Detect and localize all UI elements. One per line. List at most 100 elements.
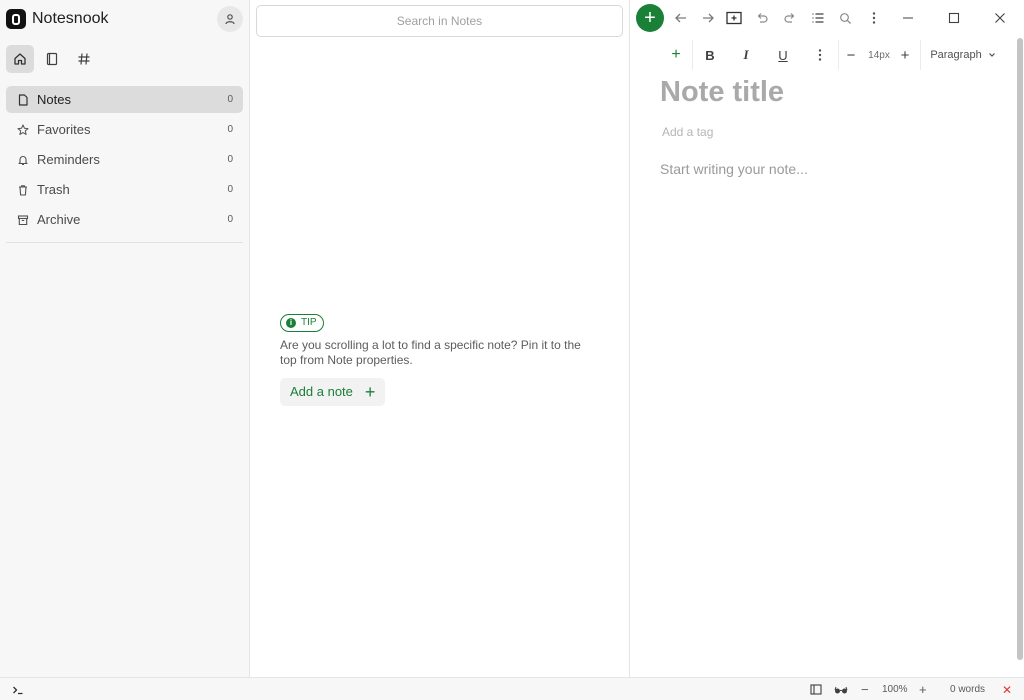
close-status-button[interactable]: ✕ [1002, 678, 1012, 700]
archive-icon [16, 213, 30, 227]
info-icon: i [286, 317, 296, 328]
terminal-icon [13, 686, 23, 694]
trash-icon [16, 183, 30, 197]
tab-notebooks[interactable] [38, 45, 66, 73]
read-mode-button[interactable] [834, 678, 848, 700]
plus-icon: + [364, 381, 376, 402]
note-body-editor[interactable]: Start writing your note... [660, 161, 808, 177]
zoom-level: 100% [882, 684, 908, 695]
notebook-icon [46, 52, 58, 66]
sidebar-item-archive[interactable]: Archive 0 [6, 206, 243, 233]
plus-icon: + [919, 682, 927, 697]
tab-tags[interactable] [70, 45, 98, 73]
block-type-label: Paragraph [930, 49, 982, 61]
editor-pane: + + B I U − 14px + Paragraph Note title … [630, 0, 1024, 677]
bold-icon: B [705, 47, 715, 63]
glasses-icon [834, 686, 848, 693]
tip-badge: i TIP [280, 313, 324, 332]
add-note-label: Add a note [290, 384, 353, 399]
sidebar-item-label: Archive [37, 212, 81, 227]
zoom-in-button[interactable]: + [919, 678, 927, 700]
redo-button[interactable] [780, 8, 800, 28]
status-bar: − 100% + 0 words ✕ [0, 677, 1024, 700]
chevron-down-icon [988, 53, 995, 57]
undo-button[interactable] [752, 8, 772, 28]
sidebar-item-notes[interactable]: Notes 0 [6, 86, 243, 113]
layout-icon [810, 684, 822, 695]
notes-list-pane: Search in Notes i TIP Are you scrolling … [250, 0, 630, 677]
insert-block-button[interactable]: + [666, 44, 686, 66]
new-tab-button[interactable] [724, 8, 744, 28]
underline-button[interactable]: U [773, 44, 793, 66]
toolbar-divider [838, 40, 839, 70]
sidebar-item-label: Favorites [37, 122, 91, 137]
block-type-select[interactable]: Paragraph [928, 44, 998, 66]
font-size-value[interactable]: 14px [864, 44, 894, 66]
maximize-icon [948, 12, 960, 24]
toc-button[interactable] [808, 8, 828, 28]
toolbar-divider [920, 40, 921, 70]
decrease-font-button[interactable]: − [842, 44, 860, 66]
tab-home[interactable] [6, 45, 34, 73]
bell-icon [16, 153, 30, 167]
more-options-button[interactable] [864, 8, 884, 28]
bold-button[interactable]: B [700, 44, 720, 66]
toolbar-divider [692, 40, 693, 70]
sidebar-item-count: 0 [227, 94, 233, 105]
hash-icon [78, 53, 90, 65]
sidebar-item-label: Notes [37, 92, 71, 107]
sidebar-item-count: 0 [227, 184, 233, 195]
star-icon [16, 123, 30, 137]
sidebar-item-reminders[interactable]: Reminders 0 [6, 146, 243, 173]
back-button[interactable] [671, 8, 691, 28]
minimize-icon [903, 17, 913, 19]
sidebar-item-favorites[interactable]: Favorites 0 [6, 116, 243, 143]
plus-icon: + [671, 46, 681, 63]
sidebar-item-label: Reminders [37, 152, 100, 167]
sidebar-divider [6, 242, 243, 243]
search-icon [839, 12, 851, 24]
sidebar-item-trash[interactable]: Trash 0 [6, 176, 243, 203]
minimize-button[interactable] [891, 5, 925, 31]
add-note-button[interactable]: Add a note + [280, 377, 386, 406]
italic-icon: I [743, 47, 749, 62]
minus-icon: − [861, 682, 869, 697]
note-icon [16, 93, 30, 107]
sidebar-nav: Notes 0 Favorites 0 Reminders 0 Trash 0 … [6, 86, 243, 236]
note-title-input[interactable]: Note title [660, 76, 784, 109]
plus-icon: + [900, 46, 910, 64]
forward-button[interactable] [698, 8, 718, 28]
format-toolbar: + B I U − 14px + Paragraph [660, 40, 1024, 70]
sidebar-item-count: 0 [227, 124, 233, 135]
undo-icon [757, 13, 768, 23]
maximize-button[interactable] [937, 5, 971, 31]
redo-icon [784, 13, 795, 23]
sidebar-item-count: 0 [227, 214, 233, 225]
editor-scrollbar[interactable] [1017, 38, 1023, 660]
word-count: 0 words [950, 684, 986, 695]
arrow-left-icon [675, 13, 686, 23]
list-icon [812, 13, 824, 23]
notesnook-logo-icon [6, 9, 26, 29]
sidebar-item-count: 0 [227, 154, 233, 165]
user-icon [225, 14, 235, 25]
close-button[interactable] [983, 5, 1017, 31]
zoom-out-button[interactable]: − [861, 678, 869, 700]
toggle-layout-button[interactable] [810, 678, 822, 700]
more-format-button[interactable] [810, 44, 830, 66]
home-icon [14, 53, 26, 65]
new-note-button[interactable]: + [636, 4, 664, 32]
empty-state-tip: i TIP Are you scrolling a lot to find a … [280, 312, 600, 406]
minus-icon: − [846, 46, 856, 64]
brand: Notesnook [6, 8, 109, 30]
tab-plus-icon [726, 11, 742, 25]
search-button[interactable] [835, 8, 855, 28]
close-icon [995, 13, 1005, 23]
tip-text: Are you scrolling a lot to find a specif… [280, 337, 581, 367]
italic-button[interactable]: I [736, 44, 756, 66]
increase-font-button[interactable]: + [896, 44, 914, 66]
tag-input[interactable]: Add a tag [662, 125, 713, 139]
terminal-button[interactable] [12, 678, 24, 700]
search-input[interactable]: Search in Notes [256, 5, 623, 37]
profile-button[interactable] [217, 6, 243, 32]
